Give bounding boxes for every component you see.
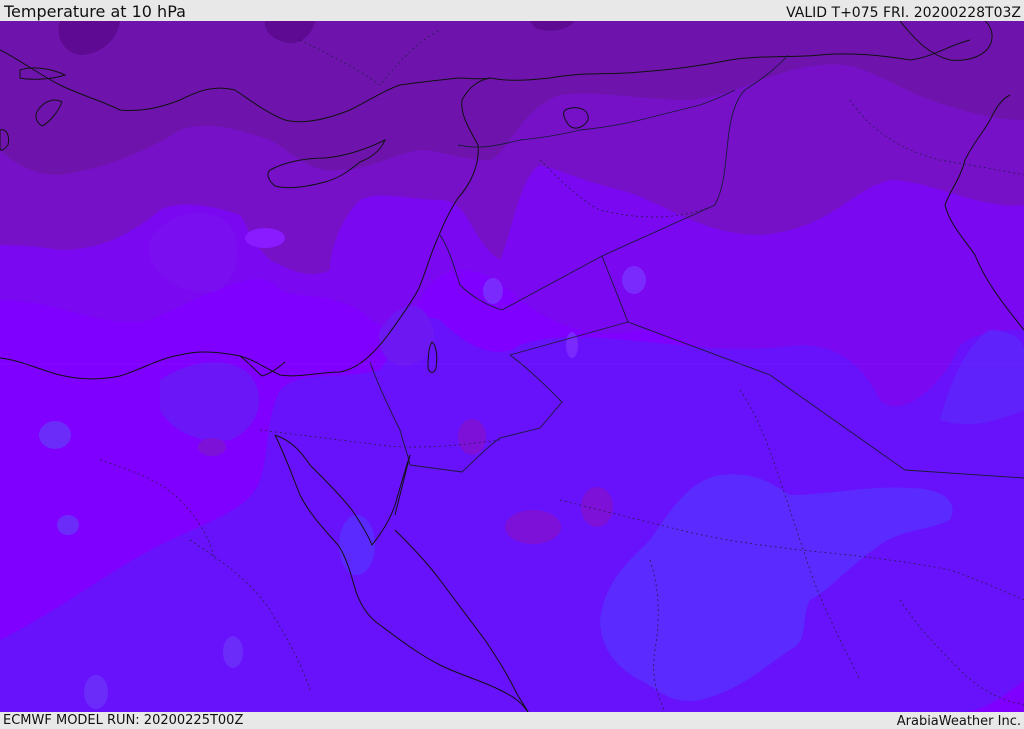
field-blob-12 <box>581 487 613 527</box>
valid-time-label: VALID T+075 FRI. 20200228T03Z <box>786 5 1021 21</box>
map-canvas <box>0 21 1024 712</box>
map-title: Temperature at 10 hPa <box>4 2 186 21</box>
field-blob-9 <box>198 438 226 456</box>
model-run-label: ECMWF MODEL RUN: 20200225T00Z <box>3 713 244 728</box>
field-blob-5 <box>483 278 503 304</box>
field-blob-3 <box>223 636 243 668</box>
field-blob-2 <box>57 515 79 535</box>
footer-bar: ECMWF MODEL RUN: 20200225T00Z ArabiaWeat… <box>0 712 1024 729</box>
field-blob-1 <box>39 421 71 449</box>
field-blob-14 <box>566 332 578 358</box>
field-blob-13 <box>339 515 375 575</box>
field-blob-11 <box>505 510 561 544</box>
field-blob-4 <box>84 675 108 709</box>
field-blob-7 <box>245 228 285 248</box>
weather-map-frame: Temperature at 10 hPa VALID T+075 FRI. 2… <box>0 0 1024 729</box>
header-bar: Temperature at 10 hPa VALID T+075 FRI. 2… <box>0 0 1024 21</box>
temperature-map[interactable] <box>0 21 1024 712</box>
credit-label: ArabiaWeather Inc. <box>896 714 1021 729</box>
field-blob-10 <box>458 419 486 455</box>
field-blob-6 <box>622 266 646 294</box>
